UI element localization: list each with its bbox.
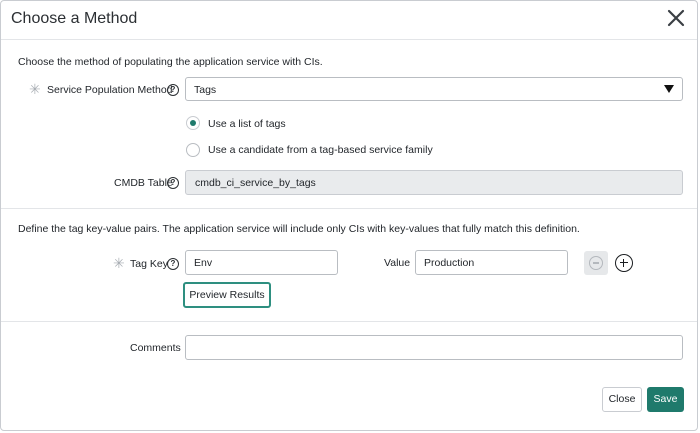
dialog-header: Choose a Method bbox=[1, 1, 697, 40]
save-button[interactable]: Save bbox=[647, 387, 684, 412]
tag-key-input[interactable]: Env bbox=[185, 250, 338, 275]
close-icon[interactable] bbox=[665, 7, 687, 29]
help-icon[interactable]: ? bbox=[167, 177, 179, 189]
add-pair-button[interactable] bbox=[615, 254, 633, 272]
chevron-down-icon bbox=[664, 85, 674, 93]
help-icon[interactable]: ? bbox=[167, 84, 179, 96]
radio-use-list-of-tags[interactable] bbox=[186, 116, 200, 130]
radio-label-list-of-tags: Use a list of tags bbox=[208, 118, 286, 130]
preview-results-button[interactable]: Preview Results bbox=[183, 282, 271, 308]
value-label: Value bbox=[384, 257, 411, 269]
cmdb-table-value: cmdb_ci_service_by_tags bbox=[195, 177, 316, 189]
section-divider bbox=[1, 321, 697, 322]
section-divider bbox=[1, 208, 697, 209]
tag-value-input[interactable]: Production bbox=[415, 250, 568, 275]
tag-key-label: Tag Key bbox=[130, 258, 168, 270]
remove-pair-button[interactable] bbox=[584, 251, 608, 275]
tag-instruction: Define the tag key-value pairs. The appl… bbox=[18, 223, 580, 235]
required-asterisk-icon: ✳ bbox=[113, 255, 125, 271]
cmdb-table-label: CMDB Table bbox=[114, 177, 173, 189]
close-button[interactable]: Close bbox=[602, 387, 642, 412]
radio-label-candidate: Use a candidate from a tag-based service… bbox=[208, 144, 433, 156]
help-icon[interactable]: ? bbox=[167, 258, 179, 270]
tag-key-value: Env bbox=[194, 257, 213, 269]
radio-use-candidate[interactable] bbox=[186, 143, 200, 157]
method-instruction: Choose the method of populating the appl… bbox=[18, 56, 323, 68]
cmdb-table-field: cmdb_ci_service_by_tags bbox=[185, 170, 683, 195]
service-population-method-select[interactable]: Tags bbox=[185, 77, 683, 101]
required-asterisk-icon: ✳ bbox=[29, 81, 41, 97]
choose-method-dialog: Choose a Method Choose the method of pop… bbox=[0, 0, 698, 431]
service-population-method-label: Service Population Method bbox=[47, 84, 173, 96]
tag-value-value: Production bbox=[424, 257, 475, 269]
dialog-title: Choose a Method bbox=[11, 10, 138, 27]
minus-circle-icon bbox=[589, 256, 603, 270]
comments-input[interactable] bbox=[185, 335, 683, 360]
select-value: Tags bbox=[194, 84, 217, 96]
comments-label: Comments bbox=[130, 342, 181, 354]
